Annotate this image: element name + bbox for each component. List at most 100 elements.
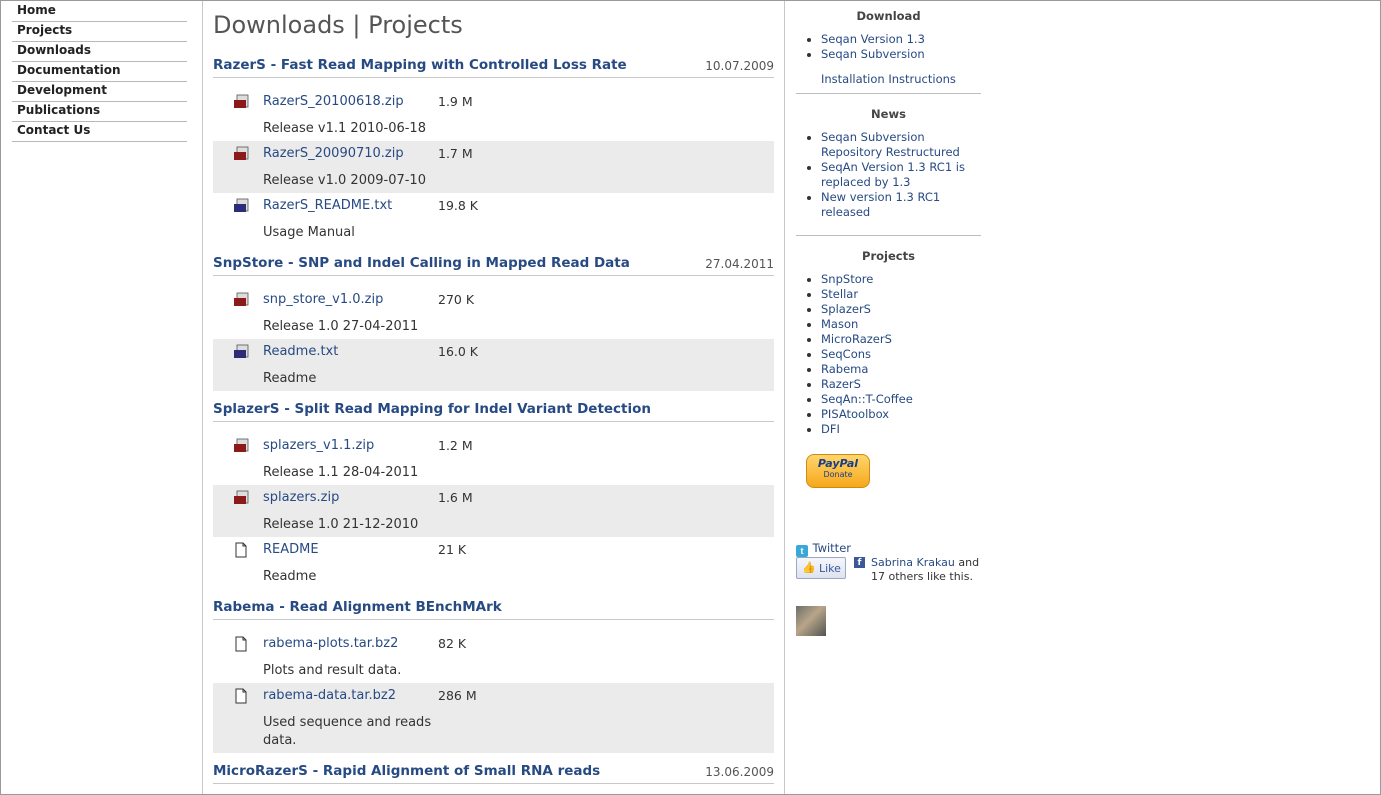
sidebar-project-link[interactable]: SnpStore bbox=[821, 272, 873, 286]
social-section: t Twitter 👍 Like f Sabrina Krakau and 17… bbox=[796, 539, 981, 636]
file-download-link[interactable]: README bbox=[263, 542, 319, 557]
txt-icon bbox=[233, 344, 249, 360]
file-row: snp_store_v1.0.zip 270 K Release 1.0 27-04… bbox=[213, 287, 774, 339]
file-icon bbox=[233, 636, 249, 652]
file-download-link[interactable]: rabema-plots.tar.bz2 bbox=[263, 636, 398, 651]
download-link-subversion[interactable]: Seqan Subversion bbox=[821, 47, 925, 61]
download-section: Download Seqan Version 1.3 Seqan Subvers… bbox=[796, 1, 981, 94]
file-description: Release v1.0 2009-07-10 bbox=[263, 173, 426, 188]
file-description: Plots and result data. bbox=[263, 663, 402, 678]
left-nav: Home Projects Downloads Documentation De… bbox=[12, 3, 187, 143]
project-section: SplazerS - Split Read Mapping for Indel … bbox=[213, 399, 774, 589]
browser-page: Home Projects Downloads Documentation De… bbox=[0, 0, 1381, 795]
file-download-link[interactable]: snp_store_v1.0.zip bbox=[263, 292, 383, 307]
project-list-item: DFI bbox=[807, 422, 981, 437]
sidebar-project-link[interactable]: PISAtoolbox bbox=[821, 407, 889, 421]
twitter-row: t Twitter bbox=[796, 539, 981, 557]
news-list: Seqan Subversion Repository Restructured… bbox=[796, 130, 982, 220]
download-link-seqan-1-3[interactable]: Seqan Version 1.3 bbox=[821, 32, 925, 46]
news-item: SeqAn Version 1.3 RC1 is replaced by 1.3 bbox=[807, 160, 982, 190]
sidebar-project-link[interactable]: SeqAn::T-Coffee bbox=[821, 392, 913, 406]
file-download-link[interactable]: RazerS_README.txt bbox=[263, 198, 392, 213]
project-list-item: Stellar bbox=[807, 287, 981, 302]
file-description: Release v1.1 2010-06-18 bbox=[263, 121, 426, 136]
file-icon bbox=[233, 542, 249, 558]
project-section: SnpStore - SNP and Indel Calling in Mapp… bbox=[213, 253, 774, 391]
nav-item-projects[interactable]: Projects bbox=[12, 23, 187, 42]
file-row: RazerS_20100618.zip 1.9 M Release v1.1 201… bbox=[213, 89, 774, 141]
nav-item-home[interactable]: Home bbox=[12, 3, 187, 22]
file-description: Usage Manual bbox=[263, 225, 355, 240]
projects-section: Projects SnpStore Stellar SplazerS Mason Mic… bbox=[796, 236, 981, 437]
project-title-link[interactable]: SplazerS - Split Read Mapping for Indel … bbox=[213, 401, 651, 417]
project-date: 10.07.2009 bbox=[705, 59, 774, 73]
project-header: SplazerS - Split Read Mapping for Indel … bbox=[213, 399, 774, 422]
file-download-link[interactable]: RazerS_20100618.zip bbox=[263, 94, 404, 109]
file-icon bbox=[233, 688, 249, 704]
project-title-link[interactable]: MicroRazerS - Rapid Alignment of Small R… bbox=[213, 763, 600, 779]
project-list-item: RazerS bbox=[807, 377, 981, 392]
sidebar-project-link[interactable]: Rabema bbox=[821, 362, 868, 376]
project-header: MicroRazerS - Rapid Alignment of Small R… bbox=[213, 761, 774, 784]
zip-icon bbox=[233, 438, 249, 454]
project-list-item: SplazerS bbox=[807, 302, 981, 317]
file-size: 286 M bbox=[438, 688, 477, 703]
sidebar-project-link[interactable]: SeqCons bbox=[821, 347, 871, 361]
liker-name-link[interactable]: Sabrina Krakau bbox=[871, 556, 955, 569]
sidebar-project-link[interactable]: DFI bbox=[821, 422, 840, 436]
sidebar-project-link[interactable]: SplazerS bbox=[821, 302, 871, 316]
facebook-like-row: 👍 Like f Sabrina Krakau and 17 others li… bbox=[796, 556, 981, 588]
file-size: 21 K bbox=[438, 542, 467, 557]
file-size: 16.0 K bbox=[438, 344, 479, 359]
project-list-item: SeqCons bbox=[807, 347, 981, 362]
sidebar-project-link[interactable]: RazerS bbox=[821, 377, 861, 391]
file-description: Readme bbox=[263, 371, 317, 386]
file-download-link[interactable]: splazers_v1.1.zip bbox=[263, 438, 374, 453]
nav-item-publications[interactable]: Publications bbox=[12, 103, 187, 122]
download-item: Seqan Subversion bbox=[807, 47, 981, 62]
right-sidebar: Download Seqan Version 1.3 Seqan Subvers… bbox=[796, 1, 982, 636]
project-section: MicroRazerS - Rapid Alignment of Small R… bbox=[213, 761, 774, 784]
file-download-link[interactable]: Readme.txt bbox=[263, 344, 338, 359]
installation-instructions-link[interactable]: Installation Instructions bbox=[821, 72, 956, 86]
nav-item-documentation[interactable]: Documentation bbox=[12, 63, 187, 82]
project-header: RazerS - Fast Read Mapping with Controll… bbox=[213, 55, 774, 78]
news-link[interactable]: Seqan Subversion Repository Restructured bbox=[821, 130, 960, 159]
project-title-link[interactable]: SnpStore - SNP and Indel Calling in Mapp… bbox=[213, 255, 630, 271]
file-download-link[interactable]: rabema-data.tar.bz2 bbox=[263, 688, 396, 703]
file-size: 1.7 M bbox=[438, 146, 473, 161]
news-link[interactable]: New version 1.3 RC1 released bbox=[821, 190, 940, 219]
sidebar-project-link[interactable]: Mason bbox=[821, 317, 858, 331]
twitter-link[interactable]: Twitter bbox=[812, 541, 851, 555]
project-list: RazerS - Fast Read Mapping with Controll… bbox=[213, 55, 774, 784]
facebook-icon: f bbox=[854, 557, 865, 568]
project-title-link[interactable]: RazerS - Fast Read Mapping with Controll… bbox=[213, 57, 627, 73]
file-download-link[interactable]: RazerS_20090710.zip bbox=[263, 146, 404, 161]
file-description: Release 1.1 28-04-2011 bbox=[263, 465, 419, 480]
file-row: rabema-data.tar.bz2 286 M Used sequence an… bbox=[213, 683, 774, 753]
sidebar-project-link[interactable]: Stellar bbox=[821, 287, 858, 301]
file-row: splazers_v1.1.zip 1.2 M Release 1.1 28-04-… bbox=[213, 433, 774, 485]
project-title-link[interactable]: Rabema - Read Alignment BEnchMArk bbox=[213, 599, 502, 615]
file-description: Release 1.0 27-04-2011 bbox=[263, 319, 419, 334]
project-list-item: MicroRazerS bbox=[807, 332, 981, 347]
projects-list: SnpStore Stellar SplazerS Mason MicroRazerS S… bbox=[796, 272, 981, 437]
column-divider-right bbox=[784, 1, 785, 794]
file-size: 1.2 M bbox=[438, 438, 473, 453]
project-list-item: Rabema bbox=[807, 362, 981, 377]
nav-item-development[interactable]: Development bbox=[12, 83, 187, 102]
avatar[interactable] bbox=[796, 606, 826, 636]
nav-item-contact-us[interactable]: Contact Us bbox=[12, 123, 187, 142]
facebook-like-button[interactable]: 👍 Like bbox=[796, 557, 846, 579]
main-content: Downloads | Projects RazerS - Fast Read … bbox=[213, 1, 774, 784]
paypal-donate-button[interactable]: PayPal Donate bbox=[806, 454, 870, 488]
nav-item-downloads[interactable]: Downloads bbox=[12, 43, 187, 62]
paypal-logo: PayPal bbox=[817, 457, 859, 470]
sidebar-project-link[interactable]: MicroRazerS bbox=[821, 332, 892, 346]
project-header: SnpStore - SNP and Indel Calling in Mapp… bbox=[213, 253, 774, 276]
file-download-link[interactable]: splazers.zip bbox=[263, 490, 339, 505]
column-divider-left bbox=[202, 1, 203, 794]
project-list-item: SnpStore bbox=[807, 272, 981, 287]
file-list: rabema-plots.tar.bz2 82 K Plots and result… bbox=[213, 631, 774, 753]
news-link[interactable]: SeqAn Version 1.3 RC1 is replaced by 1.3 bbox=[821, 160, 965, 189]
